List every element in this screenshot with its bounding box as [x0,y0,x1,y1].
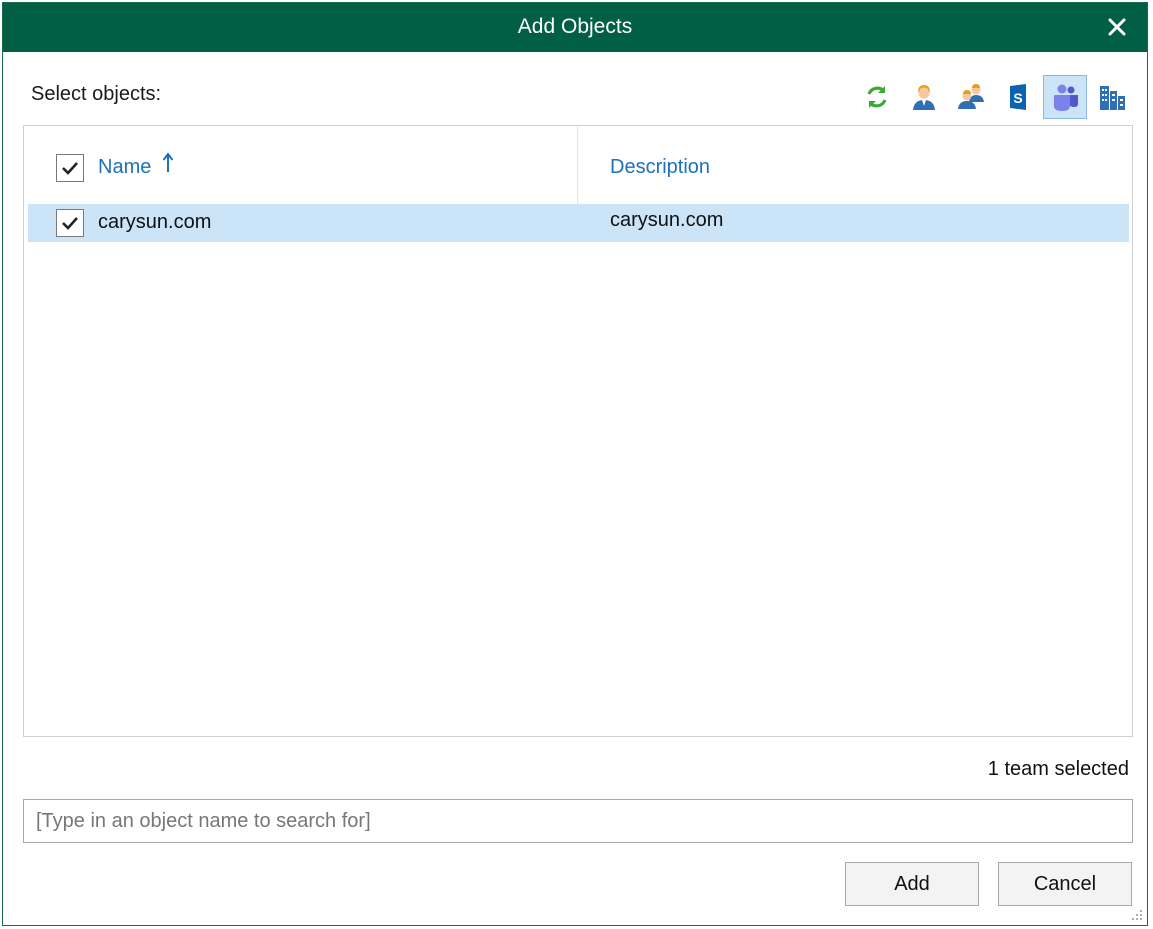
objects-grid: Name Description carysun.com carysun.com [23,125,1133,737]
cancel-button[interactable]: Cancel [998,862,1132,906]
refresh-button[interactable] [855,75,899,119]
resize-grip-icon[interactable] [1129,907,1143,921]
title-bar: Add Objects [3,3,1147,52]
selection-status: 1 team selected [987,758,1129,780]
table-row[interactable]: carysun.com carysun.com [28,204,1129,242]
sort-ascending-icon [162,152,174,172]
row-name-cell: carysun.com [98,211,212,233]
checkmark-icon [62,162,78,175]
user-icon [913,85,935,110]
row-checkbox[interactable] [56,209,84,237]
svg-text:S: S [1013,90,1022,106]
dialog-title: Add Objects [517,15,633,38]
group-filter-button[interactable] [949,75,993,119]
organization-filter-button[interactable] [1090,75,1134,119]
close-button[interactable] [1103,13,1131,41]
refresh-icon [867,86,887,108]
checkmark-icon [62,217,78,230]
add-button[interactable]: Add [845,862,979,906]
search-input[interactable] [23,799,1133,843]
sharepoint-icon: S [1010,84,1026,110]
row-description-cell: carysun.com [610,209,724,231]
close-icon [1108,18,1126,36]
object-type-toolbar: S [855,75,1134,119]
user-filter-button[interactable] [902,75,946,119]
column-header-name[interactable]: Name [98,156,151,179]
teams-filter-button[interactable] [1043,75,1087,119]
select-objects-label: Select objects: [31,83,162,105]
select-all-checkbox[interactable] [56,154,84,182]
group-icon [958,84,984,109]
sharepoint-filter-button[interactable]: S [996,75,1040,119]
add-objects-dialog: Add Objects Select objects: S Name Descr… [2,2,1148,926]
column-header-description[interactable]: Description [610,156,710,179]
organization-icon [1100,86,1125,110]
grid-header: Name Description [24,144,1132,188]
teams-icon [1054,84,1078,111]
